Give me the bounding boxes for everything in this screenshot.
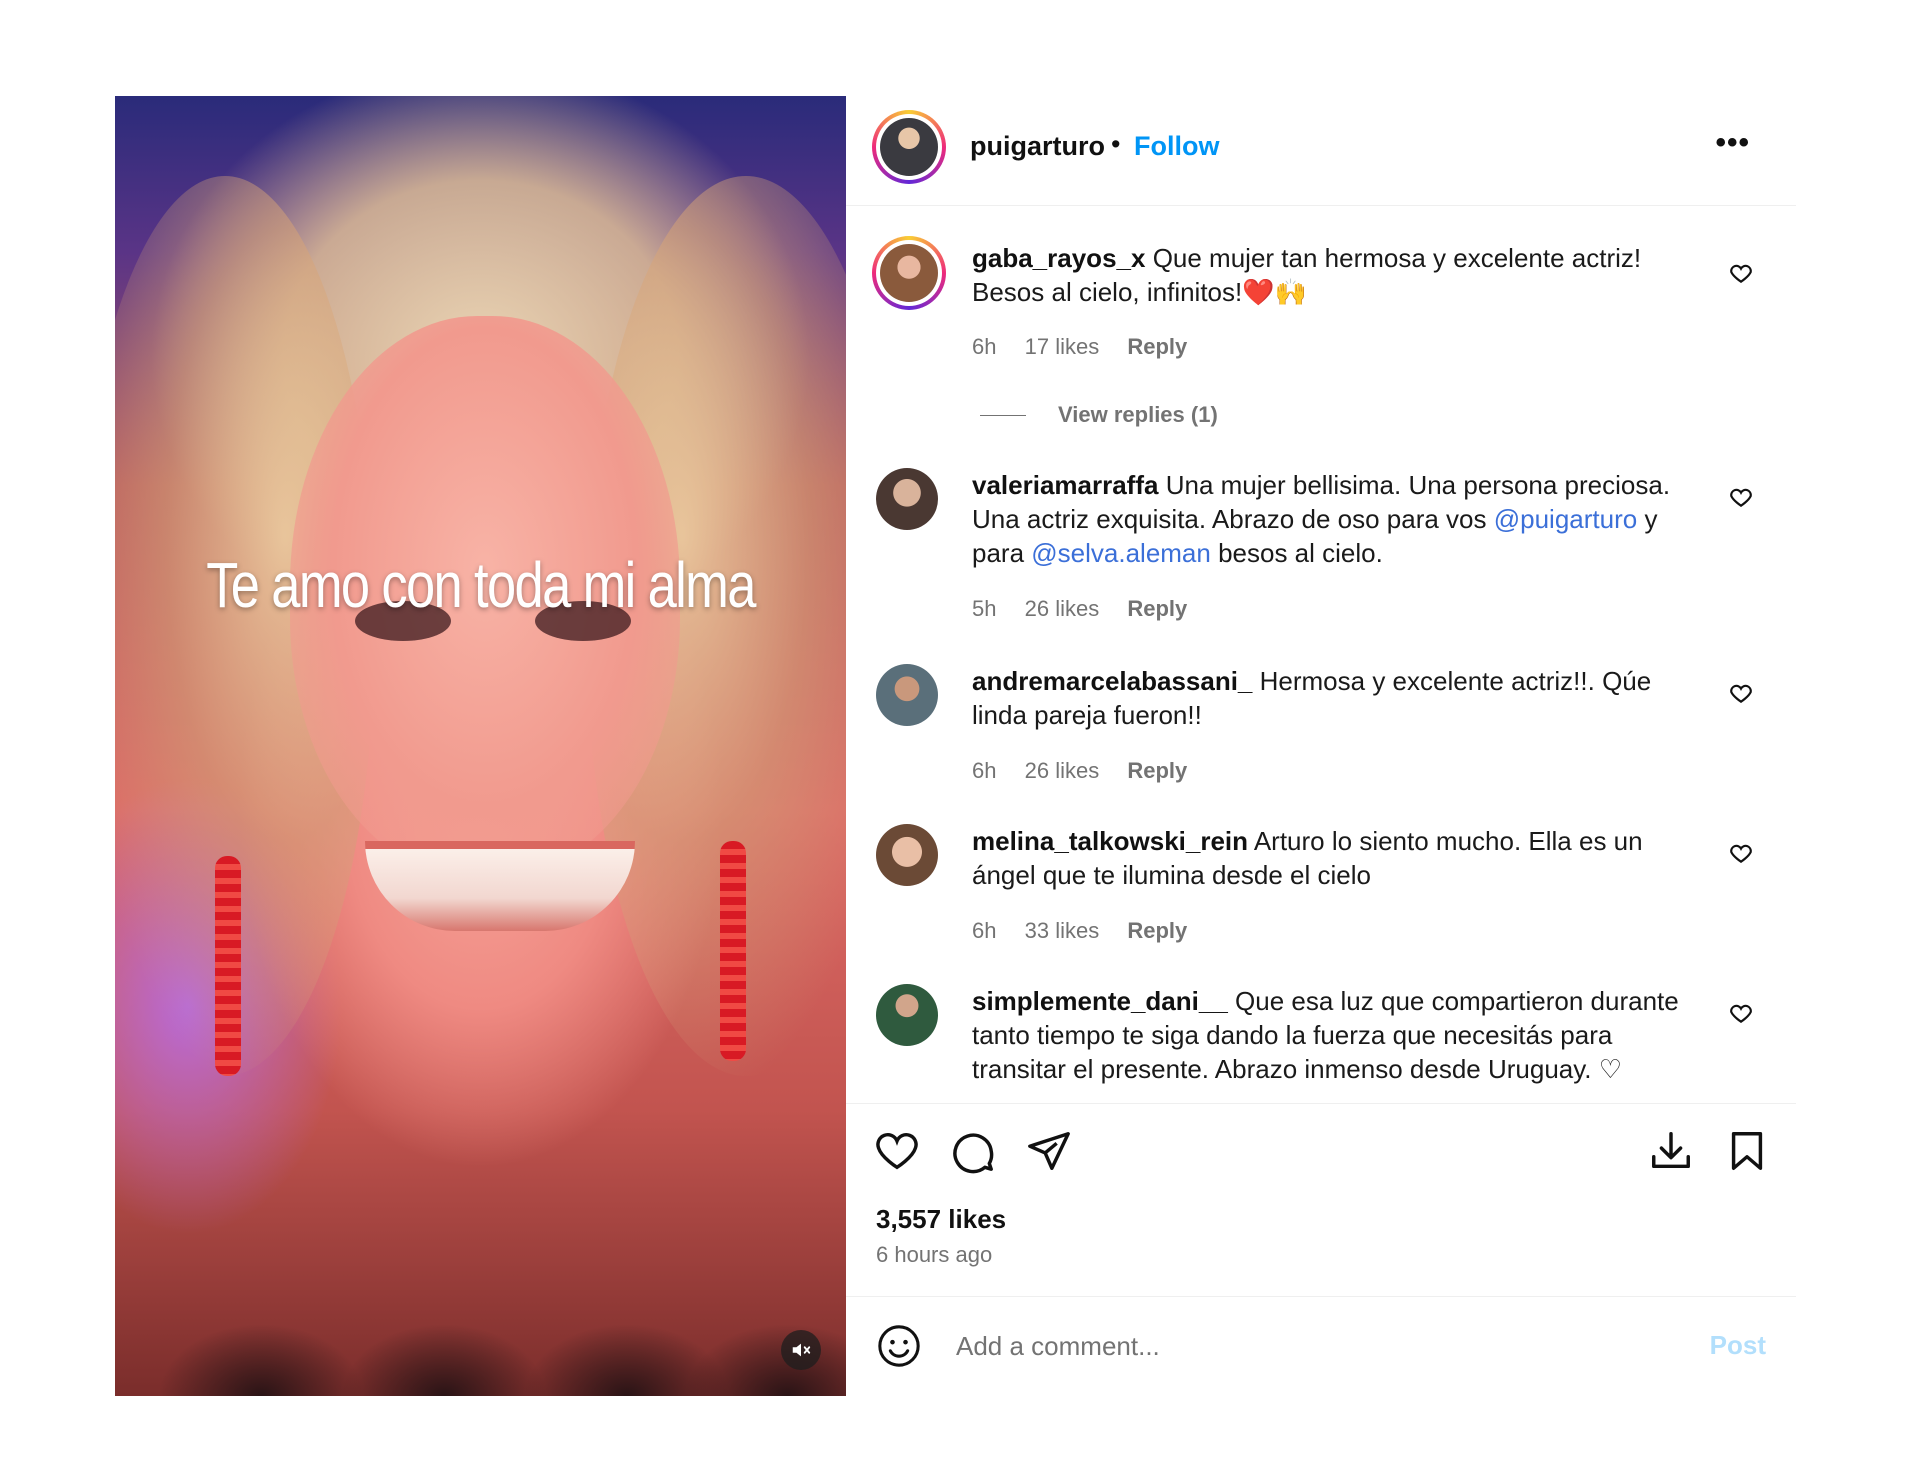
comment-text: valeriamarraffa Una mujer bellisima. Una… bbox=[972, 468, 1702, 570]
commenter-avatar[interactable] bbox=[876, 468, 938, 530]
author-avatar[interactable] bbox=[872, 110, 946, 184]
comment-meta: 6h 17 likes Reply bbox=[972, 334, 1209, 360]
view-replies-line bbox=[980, 414, 1026, 416]
comment-input[interactable] bbox=[956, 1325, 1606, 1367]
media-dress bbox=[115, 1276, 846, 1396]
comment-username[interactable]: valeriamarraffa bbox=[972, 470, 1158, 500]
heart-icon[interactable] bbox=[874, 1128, 920, 1174]
mention-link[interactable]: @puigarturo bbox=[1494, 504, 1637, 534]
emoji-icon[interactable] bbox=[876, 1323, 922, 1369]
bookmark-icon[interactable] bbox=[1724, 1128, 1770, 1174]
comment-icon[interactable] bbox=[950, 1128, 996, 1174]
comment-heart-icon[interactable] bbox=[1728, 260, 1754, 286]
comment-heart-icon[interactable] bbox=[1728, 840, 1754, 866]
comment-heart-icon[interactable] bbox=[1728, 680, 1754, 706]
comment-username[interactable]: simplemente_dani__ bbox=[972, 986, 1228, 1016]
comment-username[interactable]: gaba_rayos_x bbox=[972, 243, 1145, 273]
follow-button[interactable]: Follow bbox=[1134, 131, 1219, 162]
post-media[interactable]: Te amo con toda mi alma bbox=[115, 96, 846, 1396]
comment-content-part: besos al cielo. bbox=[1210, 538, 1383, 568]
comment-likes[interactable]: 26 likes bbox=[1025, 758, 1100, 783]
reply-button[interactable]: Reply bbox=[1127, 758, 1187, 783]
comments-list[interactable]: gaba_rayos_x Que mujer tan hermosa y exc… bbox=[846, 206, 1796, 1103]
comment-heart-icon[interactable] bbox=[1728, 484, 1754, 510]
speaker-muted-icon bbox=[792, 1343, 811, 1357]
comment-heart-icon[interactable] bbox=[1728, 1000, 1754, 1026]
action-bar bbox=[846, 1103, 1796, 1183]
author-username[interactable]: puigarturo bbox=[970, 131, 1105, 162]
comment-time: 5h bbox=[972, 596, 997, 621]
comment-meta: 6h 33 likes Reply bbox=[972, 918, 1209, 944]
comment-text: andremarcelabassani_ Hermosa y excelente… bbox=[972, 664, 1702, 732]
reply-button[interactable]: Reply bbox=[1127, 334, 1187, 359]
post-time: 6 hours ago bbox=[876, 1242, 993, 1267]
commenter-avatar[interactable] bbox=[876, 824, 938, 886]
comment-likes[interactable]: 33 likes bbox=[1025, 918, 1100, 943]
comment-username[interactable]: andremarcelabassani_ bbox=[972, 666, 1252, 696]
commenter-avatar[interactable] bbox=[876, 664, 938, 726]
comment-time: 6h bbox=[972, 334, 997, 359]
comment-meta: 6h 26 likes Reply bbox=[972, 758, 1209, 784]
view-replies-label: View replies (1) bbox=[1058, 402, 1218, 427]
add-comment-row: Post bbox=[846, 1296, 1796, 1396]
commenter-avatar[interactable] bbox=[872, 236, 946, 310]
post-header: puigarturo • Follow ••• bbox=[846, 96, 1796, 206]
comment-time: 6h bbox=[972, 758, 997, 783]
header-separator: • bbox=[1111, 129, 1121, 159]
comment-text: gaba_rayos_x Que mujer tan hermosa y exc… bbox=[972, 241, 1702, 309]
comment-likes[interactable]: 17 likes bbox=[1025, 334, 1100, 359]
download-icon[interactable] bbox=[1648, 1128, 1694, 1174]
view-replies-button[interactable]: View replies (1) bbox=[980, 402, 1218, 428]
reply-button[interactable]: Reply bbox=[1127, 918, 1187, 943]
post-button[interactable]: Post bbox=[1710, 1330, 1766, 1361]
comment-meta: 5h 26 likes Reply bbox=[972, 596, 1209, 622]
mention-link[interactable]: @selva.aleman bbox=[1031, 538, 1211, 568]
reply-button[interactable]: Reply bbox=[1127, 596, 1187, 621]
comment-likes[interactable]: 26 likes bbox=[1025, 596, 1100, 621]
more-options-icon[interactable]: ••• bbox=[1715, 126, 1750, 160]
comment-time: 6h bbox=[972, 918, 997, 943]
media-earring-left bbox=[215, 856, 241, 1076]
share-icon[interactable] bbox=[1026, 1128, 1072, 1174]
post-side-panel: puigarturo • Follow ••• gaba_rayos_x Que… bbox=[846, 96, 1796, 1396]
media-smile bbox=[365, 841, 635, 931]
commenter-avatar[interactable] bbox=[876, 984, 938, 1046]
media-caption: Te amo con toda mi alma bbox=[206, 549, 756, 621]
mute-button[interactable] bbox=[781, 1330, 821, 1370]
likes-count[interactable]: 3,557 likes bbox=[876, 1204, 1006, 1235]
comment-text: melina_talkowski_rein Arturo lo siento m… bbox=[972, 824, 1702, 892]
media-earring-right bbox=[720, 841, 746, 1061]
comment-text: simplemente_dani__ Que esa luz que compa… bbox=[972, 984, 1702, 1086]
comment-username[interactable]: melina_talkowski_rein bbox=[972, 826, 1248, 856]
